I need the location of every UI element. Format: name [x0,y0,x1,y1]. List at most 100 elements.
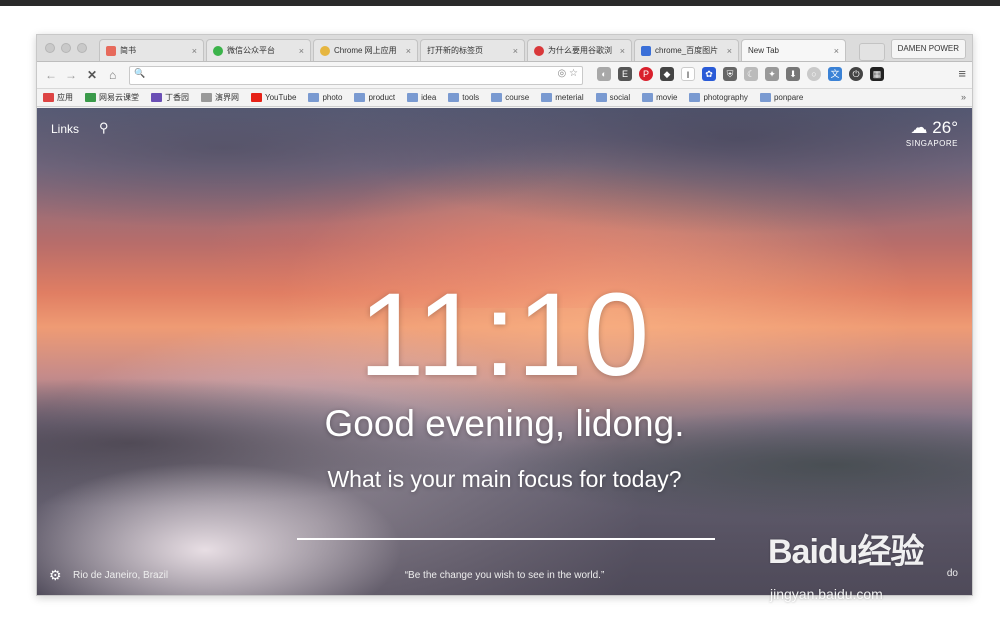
close-window-button[interactable] [45,43,55,53]
greeting: Good evening, lidong. [324,403,685,444]
minimize-window-button[interactable] [61,43,71,53]
omnibox-actions: ◎ ☆ [558,68,578,79]
bookmark-folder-course[interactable]: course [491,93,529,102]
folder-icon [541,93,553,102]
bookmark-folder-meterial[interactable]: meterial [541,93,584,102]
back-arrow-icon[interactable]: ← [45,67,57,83]
tab-close-icon[interactable]: × [406,46,411,56]
bookmark-label: photo [322,93,343,102]
bookmark-label: tools [462,93,480,102]
tab-list: 简书 × 微信公众平台 × Chrome 网上应用 × 打开新的标签页 × 为什… [99,39,848,61]
bookmark-folder-product[interactable]: product [354,93,395,102]
forward-arrow-icon[interactable]: → [65,67,77,83]
browser-window: 简书 × 微信公众平台 × Chrome 网上应用 × 打开新的标签页 × 为什… [36,34,973,596]
bookmarks-overflow-chevron-icon[interactable]: » [961,92,966,102]
bookmark-label: idea [421,93,437,102]
bookmark-apps[interactable]: 应用 [43,92,73,103]
screen-top-bar [0,0,1000,6]
bookmark-label: 丁香园 [165,93,189,102]
bookmark-youtube[interactable]: YouTube [251,93,296,102]
extension-globe-icon[interactable]: ◐ [597,67,611,81]
folder-icon [595,93,607,102]
weather-widget[interactable]: ☁ 26° SINGAPORE [906,118,958,148]
weather-location: SINGAPORE [905,139,958,148]
tab-close-icon[interactable]: × [513,46,518,56]
home-icon[interactable]: ⌂ [109,67,116,83]
extension-instapaper-icon[interactable]: I [681,67,695,81]
maximize-window-button[interactable] [77,43,87,53]
tab-strip: 简书 × 微信公众平台 × Chrome 网上应用 × 打开新的标签页 × 为什… [37,35,972,62]
extension-download-icon[interactable]: ⬇ [786,67,800,81]
profile-button[interactable]: DAMEN POWER [890,39,966,59]
folder-icon [759,93,771,102]
folder-icon [354,93,366,102]
bookmark-163-course[interactable]: 网易云课堂 [85,92,139,103]
toolbar: ← → ✕ ⌂ 🔍 ◎ ☆ ◐ E P ◆ I ✿ ⛨ ☾ ✦ ⬇ ○ 文 ⏻ … [37,62,972,89]
extension-qrcode-icon[interactable]: ▦ [870,67,884,81]
bookmark-favicon-icon [85,93,96,102]
bookmark-label: YouTube [265,93,297,102]
tab-weixin[interactable]: 微信公众平台 × [206,39,311,61]
extension-circle-icon[interactable]: ○ [807,67,821,81]
watermark-url: jingyan.baidu.com [770,586,883,602]
bookmark-folder-movie[interactable]: movie [642,93,677,102]
tab-close-icon[interactable]: × [620,46,625,56]
bookmark-label: 应用 [57,93,73,102]
focus-input[interactable] [297,508,715,540]
bookmark-folder-tools[interactable]: tools [448,93,479,102]
stop-icon[interactable]: ✕ [87,67,97,83]
clock: 11:10 [358,269,651,401]
tab-new-tab[interactable]: New Tab × [741,39,846,61]
folder-icon [642,93,654,102]
extension-moon-icon[interactable]: ☾ [744,67,758,81]
menu-icon[interactable]: ≡ [958,66,966,81]
baidu-watermark: Baidu经验 jingyan.baidu.com [768,524,988,614]
extension-paw-icon[interactable]: ✿ [702,67,716,81]
target-icon[interactable]: ◎ [558,68,567,79]
extension-shield-icon[interactable]: ⛨ [723,67,737,81]
extension-bulb-icon[interactable]: ✦ [765,67,779,81]
links-button[interactable]: Links [51,122,79,136]
bookmark-label: 演界网 [215,93,239,102]
tab-close-icon[interactable]: × [727,46,732,56]
extension-pinterest-icon[interactable]: P [639,67,653,81]
extension-power-icon[interactable]: ⏻ [849,67,863,81]
bookmark-folder-ponpare[interactable]: ponpare [759,93,803,102]
bookmark-folder-photography[interactable]: photography [689,93,748,102]
tab-label: New Tab [748,46,779,55]
bookmark-folder-idea[interactable]: idea [407,93,436,102]
weather-temperature: ☁ 26° [906,118,958,138]
tab-label: 简书 [120,46,136,55]
bookmark-star-icon[interactable]: ☆ [569,68,578,79]
focus-question: What is your main focus for today? [327,466,682,492]
tab-close-icon[interactable]: × [299,46,304,56]
omnibox[interactable]: 🔍 ◎ ☆ [129,66,583,85]
extension-evernote-icon[interactable]: E [618,67,632,81]
tab-favicon-icon [320,45,330,56]
tab-close-icon[interactable]: × [192,46,197,56]
address-input[interactable] [148,68,552,84]
apps-grid-icon [43,93,54,102]
tab-close-icon[interactable]: × [834,46,839,56]
tab-jianshu[interactable]: 简书 × [99,39,204,61]
folder-icon [407,93,419,102]
folder-icon [308,93,320,102]
extension-owl-icon[interactable]: ◆ [660,67,674,81]
tab-chrome-store[interactable]: Chrome 网上应用 × [313,39,418,61]
bookmark-dxy[interactable]: 丁香园 [151,92,189,103]
bookmark-label: product [368,93,396,102]
search-icon: 🔍 [134,68,146,78]
tab-label: 打开新的标签页 [427,46,483,55]
tab-baidu-images[interactable]: chrome_百度图片 × [634,39,739,61]
temperature-value: 26° [932,118,958,137]
bookmark-folder-social[interactable]: social [595,93,630,102]
bookmark-yanjie[interactable]: 演界网 [201,92,239,103]
extension-translate-icon[interactable]: 文 [828,67,842,81]
tab-why-google[interactable]: 为什么要用谷歌浏 × [527,39,632,61]
search-icon[interactable]: ⚲ [99,120,109,136]
tab-open-new[interactable]: 打开新的标签页 × [420,39,525,61]
folder-icon [689,93,701,102]
bookmark-folder-photo[interactable]: photo [308,93,342,102]
new-tab-button[interactable] [859,43,885,61]
folder-icon [448,93,460,102]
